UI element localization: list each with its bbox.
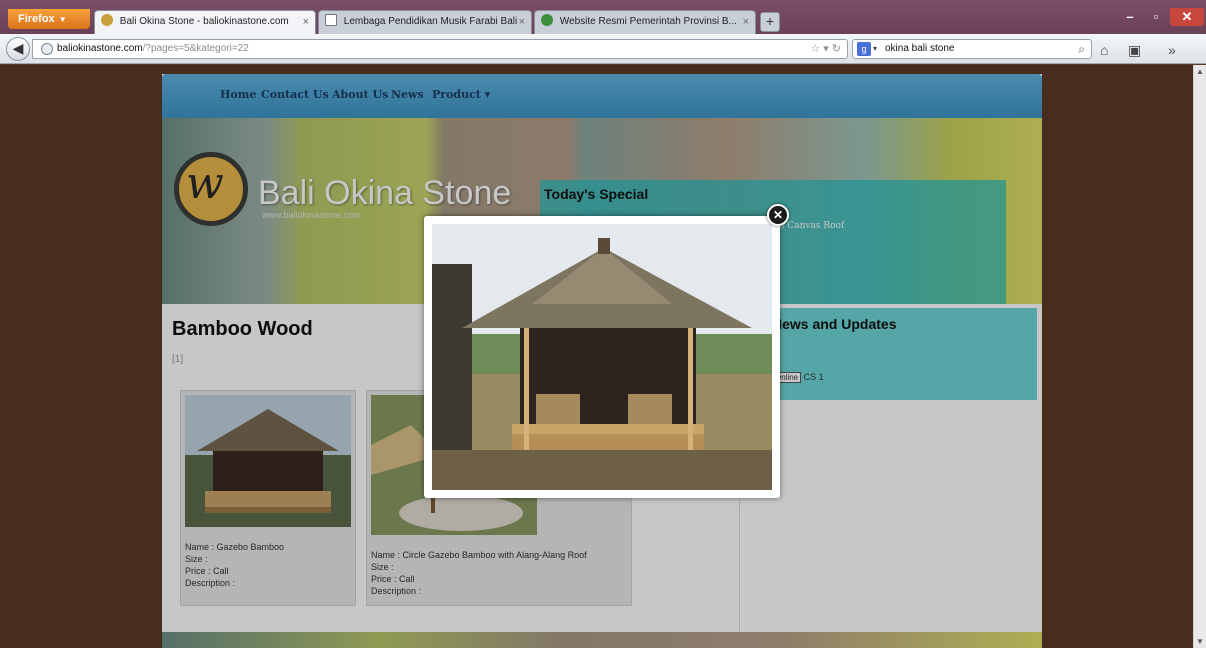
search-icon[interactable]: ⌕ <box>1078 40 1085 58</box>
search-query: okina bali stone <box>885 43 955 54</box>
bookmark-star-icon[interactable]: ☆ <box>810 43 820 55</box>
firefox-menu-label: Firefox <box>18 13 55 25</box>
home-icon[interactable]: ⌂ <box>1100 42 1108 58</box>
tab-close-icon[interactable]: × <box>743 11 749 33</box>
scroll-down-icon[interactable]: ▼ <box>1196 637 1204 646</box>
tab-pemerintah-provinsi[interactable]: Website Resmi Pemerintah Provinsi B... × <box>534 10 756 34</box>
page-scrollbar[interactable]: ▲ ▼ <box>1193 65 1206 648</box>
tab-label: Bali Okina Stone - baliokinastone.com <box>119 16 289 27</box>
new-tab-button[interactable]: + <box>760 12 780 32</box>
lightbox-image[interactable] <box>432 224 772 490</box>
minimize-icon[interactable]: – <box>1118 8 1142 26</box>
firefox-menu-button[interactable]: Firefox ▼ <box>8 9 90 29</box>
scroll-up-icon[interactable]: ▲ <box>1196 67 1204 76</box>
engine-dropdown-icon[interactable]: ▾ <box>873 40 877 58</box>
tab-farabi[interactable]: Lembaga Pendidikan Musik Farabi Bali × <box>318 10 532 34</box>
site-identity-icon[interactable] <box>41 43 53 55</box>
address-bar[interactable]: baliokinastone.com/?pages=5&kategori=22 … <box>32 39 848 59</box>
url-dropdown-icon[interactable]: ▾ <box>823 43 829 55</box>
url-domain: baliokinastone.com <box>57 43 143 54</box>
url-path: /?pages=5&kategori=22 <box>142 43 249 54</box>
site-favicon-icon <box>541 14 553 26</box>
tab-label: Website Resmi Pemerintah Provinsi B... <box>559 16 737 27</box>
tab-close-icon[interactable]: × <box>519 11 525 33</box>
tab-close-icon[interactable]: × <box>303 11 309 33</box>
site-favicon-icon <box>101 14 113 26</box>
tab-label: Lembaga Pendidikan Musik Farabi Bali <box>343 16 518 27</box>
search-input[interactable]: g ▾ okina bali stone ⌕ <box>852 39 1092 59</box>
google-engine-icon[interactable]: g <box>857 42 871 56</box>
page-favicon-icon <box>325 14 337 26</box>
overflow-menu-icon[interactable]: » <box>1168 42 1176 58</box>
lightbox <box>424 216 780 498</box>
tab-baliokinastone[interactable]: Bali Okina Stone - baliokinastone.com × <box>94 10 316 34</box>
back-arrow-icon[interactable]: ◀ <box>6 37 30 61</box>
window-close-icon[interactable]: ✕ <box>1170 8 1204 26</box>
url-tools: ☆ ▾ ↻ <box>810 40 841 58</box>
close-icon[interactable]: ✕ <box>767 204 789 226</box>
browser-titlebar: Firefox ▼ Bali Okina Stone - baliokinasto… <box>0 0 1206 34</box>
bookmarks-menu-icon[interactable]: ▣ <box>1128 42 1141 59</box>
reload-icon[interactable]: ↻ <box>832 43 841 55</box>
maximize-icon[interactable]: ▫ <box>1144 8 1168 26</box>
browser-navbar: ◀ baliokinastone.com/?pages=5&kategori=2… <box>0 34 1206 64</box>
